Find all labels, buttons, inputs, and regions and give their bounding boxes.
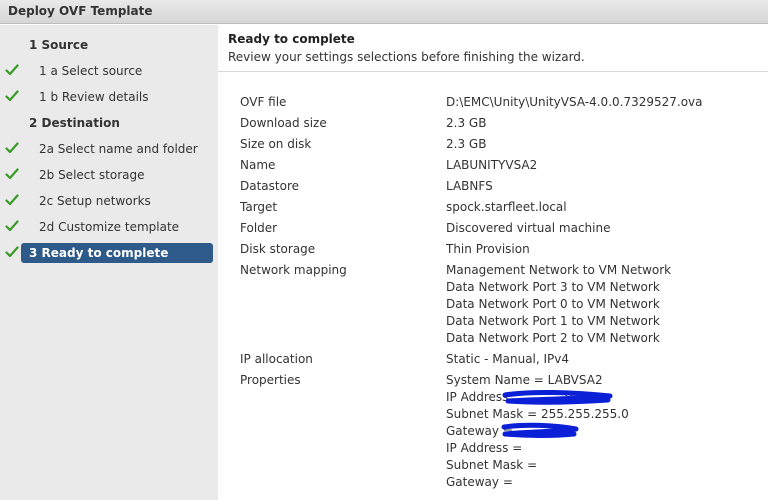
size-on-disk-label: Size on disk	[240, 137, 312, 151]
step-select-name-folder[interactable]: 2a Select name and folder	[39, 139, 198, 159]
property-ip-address-2: IP Address =	[446, 441, 523, 455]
size-on-disk-value: 2.3 GB	[446, 137, 487, 151]
checkmark-icon	[5, 246, 19, 258]
window-titlebar: Deploy OVF Template	[0, 0, 768, 24]
redaction-scribble	[501, 422, 579, 438]
checkmark-icon	[5, 168, 19, 180]
target-label: Target	[240, 200, 278, 214]
checkmark-icon	[5, 90, 19, 102]
ovf-file-value: D:\EMC\Unity\UnityVSA-4.0.0.7329527.ova	[446, 95, 703, 109]
divider	[218, 71, 768, 72]
step-destination[interactable]: 2 Destination	[29, 113, 120, 133]
checkmark-icon	[5, 220, 19, 232]
network-mapping-value: Data Network Port 1 to VM Network	[446, 314, 660, 328]
checkmark-icon	[5, 64, 19, 76]
folder-label: Folder	[240, 221, 278, 235]
redaction-scribble	[502, 389, 613, 405]
ovf-file-label: OVF file	[240, 95, 287, 109]
step-ready-to-complete[interactable]: 3 Ready to complete	[21, 243, 213, 263]
summary-panel: Ready to complete Review your settings s…	[218, 25, 768, 500]
download-size-value: 2.3 GB	[446, 116, 487, 130]
step-ready-to-complete-label: 3 Ready to complete	[29, 246, 169, 260]
page-title: Ready to complete	[228, 32, 355, 46]
ip-allocation-label: IP allocation	[240, 352, 313, 366]
step-customize-template[interactable]: 2d Customize template	[39, 217, 179, 237]
step-select-source[interactable]: 1 a Select source	[39, 61, 142, 81]
checkmark-icon	[5, 194, 19, 206]
ip-allocation-value: Static - Manual, IPv4	[446, 352, 570, 366]
step-review-details[interactable]: 1 b Review details	[39, 87, 149, 107]
wizard-steps-sidebar: 1 Source 1 a Select source 1 b Review de…	[0, 25, 218, 500]
page-subtitle: Review your settings selections before f…	[228, 50, 585, 64]
step-select-storage[interactable]: 2b Select storage	[39, 165, 145, 185]
window-title: Deploy OVF Template	[8, 4, 153, 18]
folder-value: Discovered virtual machine	[446, 221, 611, 235]
datastore-label: Datastore	[240, 179, 300, 193]
property-ip-address: IP Address	[446, 390, 509, 404]
network-mapping-value: Data Network Port 0 to VM Network	[446, 297, 660, 311]
properties-label: Properties	[240, 373, 301, 387]
network-mapping-value: Management Network to VM Network	[446, 263, 672, 277]
checkmark-icon	[5, 142, 19, 154]
property-gateway-2: Gateway =	[446, 475, 513, 489]
target-value: spock.starfleet.local	[446, 200, 567, 214]
disk-storage-value: Thin Provision	[446, 242, 530, 256]
property-subnet-mask-2: Subnet Mask =	[446, 458, 538, 472]
property-system-name: System Name = LABVSA2	[446, 373, 603, 387]
download-size-label: Download size	[240, 116, 327, 130]
datastore-value: LABNFS	[446, 179, 493, 193]
network-mapping-label: Network mapping	[240, 263, 347, 277]
network-mapping-value: Data Network Port 2 to VM Network	[446, 331, 660, 345]
property-subnet-mask: Subnet Mask = 255.255.255.0	[446, 407, 629, 421]
step-source[interactable]: 1 Source	[29, 35, 88, 55]
step-setup-networks[interactable]: 2c Setup networks	[39, 191, 151, 211]
network-mapping-value: Data Network Port 3 to VM Network	[446, 280, 660, 294]
name-label: Name	[240, 158, 276, 172]
name-value: LABUNITYVSA2	[446, 158, 538, 172]
disk-storage-label: Disk storage	[240, 242, 316, 256]
